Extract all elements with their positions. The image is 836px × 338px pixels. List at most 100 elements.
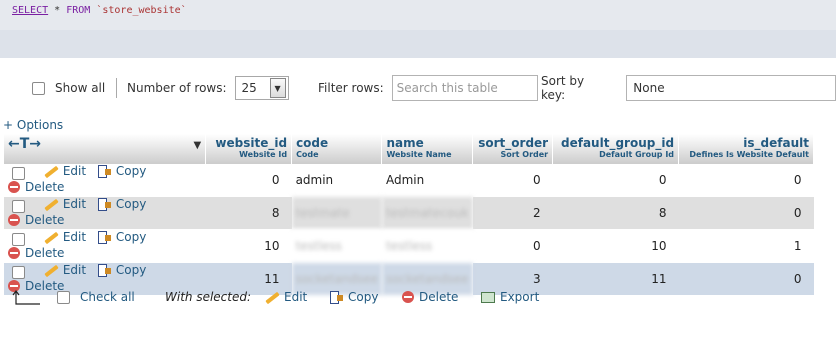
edit-label: Edit [62, 197, 87, 211]
filter-search-input[interactable]: Search this table [391, 75, 538, 101]
row-checkbox[interactable] [12, 167, 25, 180]
sql-star: * [54, 5, 61, 16]
arrow-up-icon [12, 290, 40, 305]
cell-sort-order[interactable]: 0 [472, 229, 553, 263]
row-edit-link[interactable]: Edit [43, 263, 86, 277]
pencil-icon [43, 198, 59, 210]
column-name[interactable]: name [386, 136, 468, 150]
cell-default-group-id[interactable]: 8 [552, 196, 679, 230]
pencil-icon [264, 291, 280, 303]
column-header-name[interactable]: name Website Name [381, 134, 474, 164]
rows-control: Number of rows: 25 ▼ [127, 74, 289, 102]
column-header-is-default[interactable]: is_default Defines Is Website Default [678, 134, 814, 164]
column-name[interactable]: code [296, 136, 377, 150]
sql-select-keyword[interactable]: SELECT [12, 5, 48, 16]
show-all-checkbox[interactable] [32, 81, 45, 95]
row-checkbox[interactable] [12, 200, 25, 213]
column-comment: Default Group Id [599, 150, 675, 159]
copy-icon [97, 198, 112, 211]
row-edit-link[interactable]: Edit [43, 230, 86, 244]
cell-website-id[interactable]: 10 [205, 229, 292, 263]
options-link[interactable]: + Options [3, 118, 63, 132]
column-name[interactable]: default_group_id [557, 136, 674, 150]
column-comment: Sort Order [500, 150, 549, 159]
row-checkbox[interactable] [12, 266, 25, 279]
cell-code-redacted[interactable]: testmate [291, 196, 382, 230]
column-header-code[interactable]: code Code [291, 134, 383, 164]
row-edit-link[interactable]: Edit [43, 197, 86, 211]
delete-icon [8, 214, 20, 226]
cell-is-default[interactable]: 0 [678, 164, 814, 197]
cell-sort-order[interactable]: 2 [472, 196, 553, 230]
row-actions: Edit Copy Delete [4, 164, 206, 197]
copy-icon [97, 264, 112, 277]
column-comment: Website Name [386, 150, 452, 159]
column-name[interactable]: website_id [210, 136, 287, 150]
filter-label: Filter rows: [318, 81, 384, 95]
nav-arrows-header: ←T→ ▼ [4, 134, 207, 164]
show-all-label: Show all [55, 81, 106, 95]
row-delete-link[interactable]: Delete [8, 180, 64, 194]
column-header-sort-order[interactable]: sort_order Sort Order [472, 134, 554, 164]
column-name[interactable]: is_default [683, 136, 809, 150]
column-header-website-id[interactable]: website_id Website Id [205, 134, 293, 164]
column-name[interactable]: sort_order [477, 136, 548, 150]
column-header-default-group-id[interactable]: default_group_id Default Group Id [552, 134, 680, 164]
with-selected-label: With selected: [165, 290, 252, 304]
cell-website-id[interactable]: 8 [205, 196, 292, 230]
control-separator [116, 78, 117, 98]
row-delete-link[interactable]: Delete [8, 213, 64, 227]
cell-default-group-id[interactable]: 10 [552, 229, 679, 263]
edit-label: Edit [62, 164, 87, 178]
table-row[interactable]: Edit Copy Delete 8 testmate testmatecouk… [4, 196, 814, 230]
cell-is-default[interactable]: 1 [678, 229, 814, 263]
copy-label: Copy [115, 263, 147, 277]
copy-label: Copy [115, 164, 147, 178]
row-copy-link[interactable]: Copy [97, 197, 146, 211]
sql-from-keyword: FROM [66, 5, 91, 16]
bulk-copy-button[interactable]: Copy [330, 290, 378, 304]
check-all-checkbox[interactable] [57, 290, 70, 304]
export-icon [481, 291, 495, 303]
bulk-export-button[interactable]: Export [481, 290, 539, 304]
row-copy-link[interactable]: Copy [97, 164, 147, 178]
cell-name-redacted[interactable]: testless [381, 229, 473, 263]
edit-label: Edit [62, 263, 87, 277]
rows-select-value: 25 [241, 81, 257, 95]
row-edit-link[interactable]: Edit [43, 164, 86, 178]
bulk-edit-label: Edit [284, 290, 308, 304]
cell-sort-order[interactable]: 0 [472, 164, 553, 197]
row-copy-link[interactable]: Copy [97, 230, 146, 244]
copy-icon [330, 291, 344, 304]
delete-label: Delete [25, 213, 65, 227]
rows-select[interactable]: 25 ▼ [234, 76, 289, 100]
column-nav-arrows-icon[interactable]: ←T→ [8, 136, 41, 152]
delete-icon [402, 291, 414, 303]
column-comment: Website Id [239, 150, 288, 159]
row-copy-link[interactable]: Copy [97, 263, 147, 277]
table-row[interactable]: Edit Copy Delete 10 testless testless 0 … [4, 229, 814, 263]
cell-name-redacted[interactable]: testmatecouk [381, 196, 473, 230]
cell-website-id[interactable]: 0 [205, 164, 292, 197]
check-all-control[interactable]: Check all [57, 290, 135, 304]
chevron-down-icon[interactable]: ▼ [269, 78, 286, 98]
cell-is-default[interactable]: 0 [678, 196, 814, 230]
table-row[interactable]: Edit Copy Delete 0 admin Admin 0 0 0 [4, 164, 814, 197]
bulk-delete-button[interactable]: Delete [402, 290, 458, 304]
row-delete-link[interactable]: Delete [8, 246, 64, 260]
cell-default-group-id[interactable]: 0 [552, 164, 679, 197]
navigation-controls: Show all Number of rows: 25 ▼ Filter row… [0, 74, 836, 102]
cell-code-redacted[interactable]: testless [291, 229, 382, 263]
sort-key-select[interactable]: None [626, 75, 836, 101]
check-all-label[interactable]: Check all [80, 290, 135, 304]
show-all-control[interactable]: Show all [32, 74, 105, 102]
bulk-copy-label: Copy [348, 290, 379, 304]
sql-query: SELECT * FROM `store_website` [12, 5, 187, 16]
cell-name[interactable]: Admin [381, 164, 473, 197]
delete-icon [8, 181, 20, 193]
bulk-edit-button[interactable]: Edit [264, 290, 307, 304]
chevron-down-icon[interactable]: ▼ [193, 140, 201, 151]
cell-code[interactable]: admin [291, 164, 382, 197]
row-checkbox[interactable] [12, 233, 25, 246]
copy-icon [97, 231, 112, 244]
